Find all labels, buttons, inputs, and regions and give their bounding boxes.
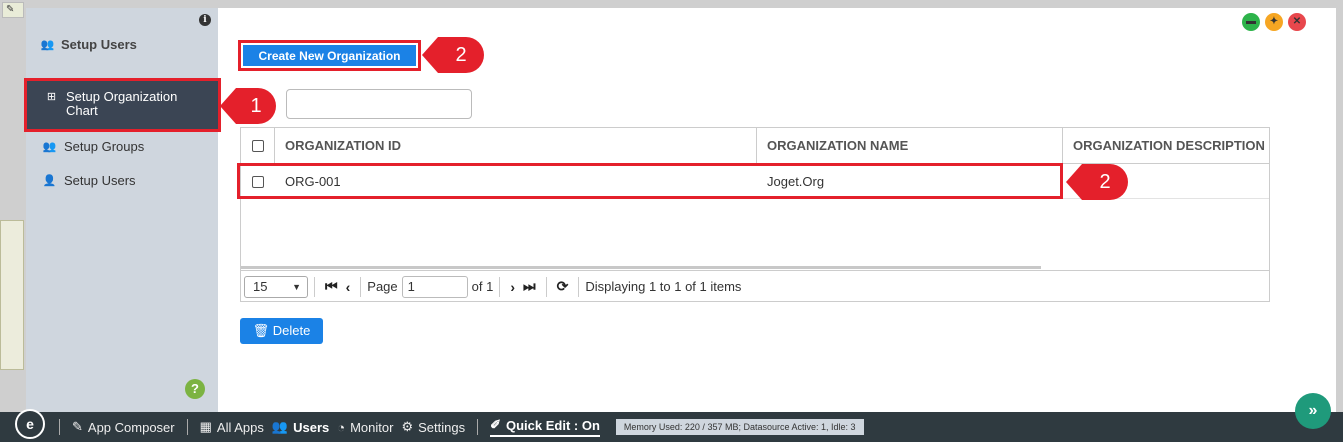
dashboard-icon: ◔ bbox=[337, 419, 346, 435]
callout-marker-2-top: 2 bbox=[422, 37, 484, 73]
callout-number: 1 bbox=[250, 94, 262, 117]
taskbar-label: All Apps bbox=[216, 419, 264, 435]
pencil-icon: ✐ bbox=[490, 417, 501, 432]
pagination-bar: 15 ▼ ⏮ ‹ Page 1 of 1 › ⏭ ⟳ Displaying 1 … bbox=[240, 270, 1270, 302]
refresh-icon[interactable]: ⟳ bbox=[557, 278, 569, 295]
row-highlight bbox=[237, 163, 1063, 199]
users-icon: 👥 bbox=[40, 39, 55, 51]
sidebar-item-label: Setup Organization Chart bbox=[66, 89, 178, 118]
divider bbox=[314, 276, 315, 297]
first-page-icon[interactable]: ⏮ bbox=[325, 278, 338, 295]
sidebar: i 👥 Setup Users ⊞ Setup Organization Cha… bbox=[24, 8, 221, 412]
divider bbox=[499, 276, 501, 297]
pin-icon[interactable]: ✦ bbox=[1265, 13, 1283, 31]
quick-edit-toggle[interactable]: ✐ Quick Edit : On bbox=[490, 417, 600, 437]
page-number-value: 1 bbox=[407, 279, 415, 294]
users-icon: 👥 bbox=[42, 141, 57, 153]
select-all-checkbox-cell bbox=[241, 128, 275, 163]
display-summary: Displaying 1 to 1 of 1 items bbox=[585, 279, 742, 294]
info-icon[interactable]: i bbox=[199, 14, 211, 26]
grid-icon: ▦ bbox=[199, 419, 212, 434]
sidebar-item-setup-organization-chart[interactable]: ⊞ Setup Organization Chart bbox=[24, 78, 221, 132]
divider bbox=[59, 419, 60, 435]
table-header: ORGANIZATION ID ORGANIZATION NAME ORGANI… bbox=[241, 128, 1269, 164]
taskbar-label: Settings bbox=[418, 419, 466, 435]
callout-number: 2 bbox=[1099, 170, 1111, 193]
callout-marker-1: 1 bbox=[220, 88, 276, 124]
sidebar-item-label: Setup Groups bbox=[64, 139, 145, 154]
page-number-input[interactable]: 1 bbox=[401, 275, 468, 298]
divider bbox=[477, 419, 479, 435]
callout-marker-2-row: 2 bbox=[1066, 164, 1128, 200]
edit-icon: ✎ bbox=[72, 419, 83, 434]
divider bbox=[545, 276, 547, 297]
trash-icon: 🗑 bbox=[252, 323, 270, 338]
joget-logo-icon[interactable]: e bbox=[15, 409, 45, 439]
callout-number: 2 bbox=[455, 43, 467, 66]
next-page-icon[interactable]: › bbox=[510, 279, 515, 295]
taskbar-settings[interactable]: ⚙ Settings bbox=[401, 419, 465, 435]
taskbar-all-apps[interactable]: ▦ All Apps bbox=[200, 419, 264, 435]
column-header-organization-name[interactable]: ORGANIZATION NAME bbox=[757, 128, 1063, 163]
sidebar-header: 👥 Setup Users bbox=[40, 37, 137, 52]
taskbar-label: App Composer bbox=[87, 419, 175, 435]
last-page-icon[interactable]: ⏭ bbox=[523, 278, 536, 295]
taskbar-label: Quick Edit : On bbox=[506, 417, 600, 433]
delete-button[interactable]: 🗑 Delete bbox=[240, 318, 323, 344]
page-count-label: of 1 bbox=[471, 279, 494, 294]
user-icon: 👤 bbox=[42, 175, 57, 187]
taskbar: e ✎ App Composer ▦ All Apps 👥 Users ◔ Mo… bbox=[0, 409, 1343, 442]
taskbar-label: Users bbox=[293, 419, 330, 435]
page-size-select[interactable]: 15 ▼ bbox=[244, 275, 308, 298]
page-label: Page bbox=[367, 279, 398, 294]
column-header-organization-description[interactable]: ORGANIZATION DESCRIPTION bbox=[1063, 128, 1269, 163]
taskbar-app-composer[interactable]: ✎ App Composer bbox=[72, 419, 175, 435]
divider bbox=[360, 276, 362, 297]
edit-pencil-icon[interactable]: ✎ bbox=[2, 2, 24, 18]
taskbar-users[interactable]: 👥 Users bbox=[272, 419, 329, 435]
divider bbox=[186, 419, 188, 435]
taskbar-monitor[interactable]: ◔ Monitor bbox=[337, 420, 393, 435]
background-panel-edge bbox=[0, 220, 24, 370]
horizontal-scrollbar[interactable] bbox=[241, 266, 1041, 269]
gear-icon: ⚙ bbox=[401, 419, 414, 434]
column-header-organization-id[interactable]: ORGANIZATION ID bbox=[275, 128, 757, 163]
filter-input[interactable] bbox=[286, 89, 472, 119]
divider bbox=[578, 276, 580, 297]
create-new-organization-button[interactable]: Create New Organization bbox=[243, 45, 416, 66]
taskbar-label: Monitor bbox=[350, 419, 394, 435]
minimize-icon[interactable]: ▬ bbox=[1242, 13, 1260, 31]
org-chart-icon: ⊞ bbox=[46, 91, 57, 103]
forward-icon[interactable]: » bbox=[1295, 393, 1331, 429]
window-controls: ▬ ✦ ✕ bbox=[1242, 13, 1306, 31]
sidebar-item-setup-users[interactable]: 👤 Setup Users bbox=[42, 173, 136, 188]
page-size-value: 15 bbox=[253, 279, 268, 294]
close-icon[interactable]: ✕ bbox=[1288, 13, 1306, 31]
help-icon[interactable]: ? bbox=[185, 379, 205, 399]
create-button-highlight: Create New Organization bbox=[238, 40, 421, 71]
sidebar-item-label: Setup Users bbox=[64, 173, 136, 188]
chevron-down-icon: ▼ bbox=[292, 281, 301, 292]
delete-label: Delete bbox=[272, 323, 311, 338]
sidebar-item-setup-groups[interactable]: 👥 Setup Groups bbox=[42, 139, 145, 154]
select-all-checkbox[interactable] bbox=[252, 139, 264, 152]
prev-page-icon[interactable]: ‹ bbox=[346, 279, 351, 295]
users-icon: 👥 bbox=[271, 419, 289, 434]
memory-status: Memory Used: 220 / 357 MB; Datasource Ac… bbox=[615, 419, 864, 435]
sidebar-header-label: Setup Users bbox=[61, 37, 137, 52]
